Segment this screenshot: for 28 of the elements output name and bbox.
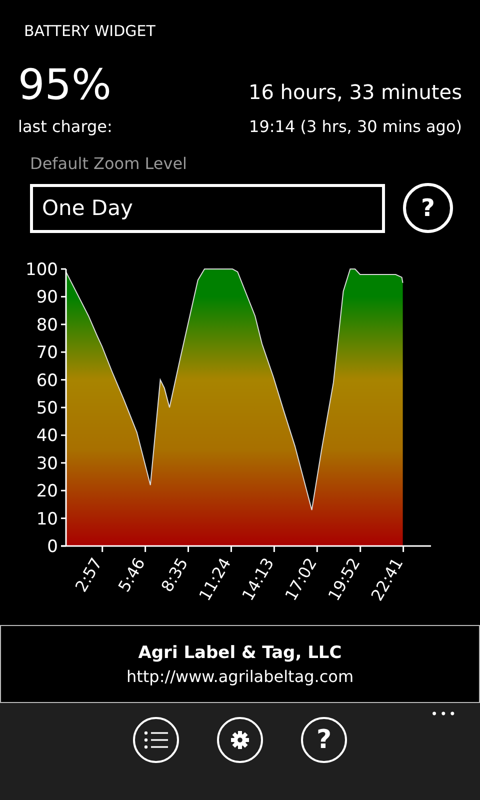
- y-tick-label: 0: [47, 537, 58, 557]
- y-tick-label: 90: [36, 288, 58, 308]
- settings-icon: [231, 731, 249, 749]
- more-button[interactable]: •••: [430, 707, 458, 721]
- y-tick-label: 50: [36, 398, 58, 418]
- app-title: BATTERY WIDGET: [23, 21, 156, 42]
- time-remaining: 16 hours, 33 minutes: [248, 80, 462, 104]
- zoom-level-dropdown[interactable]: One Day: [30, 184, 385, 232]
- zoom-level-label: Default Zoom Level: [30, 154, 188, 173]
- y-tick-label: 80: [36, 315, 58, 336]
- y-tick-label: 10: [36, 509, 58, 530]
- help-button[interactable]: ?: [403, 183, 453, 233]
- ad-banner[interactable]: Agri Label & Tag, LLC http://www.agrilabeltag.com: [0, 625, 480, 703]
- last-charge-time: 19:14 (3 hrs, 30 mins ago): [249, 117, 462, 136]
- list-icon: [144, 730, 168, 750]
- y-tick-label: 100: [26, 260, 58, 280]
- help-button[interactable]: ?: [301, 717, 347, 763]
- battery-percent: 95%: [18, 60, 112, 109]
- list-button[interactable]: [133, 717, 179, 763]
- company-url[interactable]: http://www.agrilabeltag.com: [126, 666, 354, 686]
- last-charge-label: last charge:: [18, 117, 112, 136]
- y-tick-label: 20: [36, 482, 58, 502]
- y-tick-label: 40: [36, 426, 58, 446]
- settings-button[interactable]: [217, 717, 263, 763]
- y-tick-label: 60: [36, 370, 58, 391]
- y-tick-label: 70: [36, 343, 58, 364]
- y-tick-label: 30: [36, 454, 58, 474]
- company-name: Agri Label & Tag, LLC: [138, 642, 342, 662]
